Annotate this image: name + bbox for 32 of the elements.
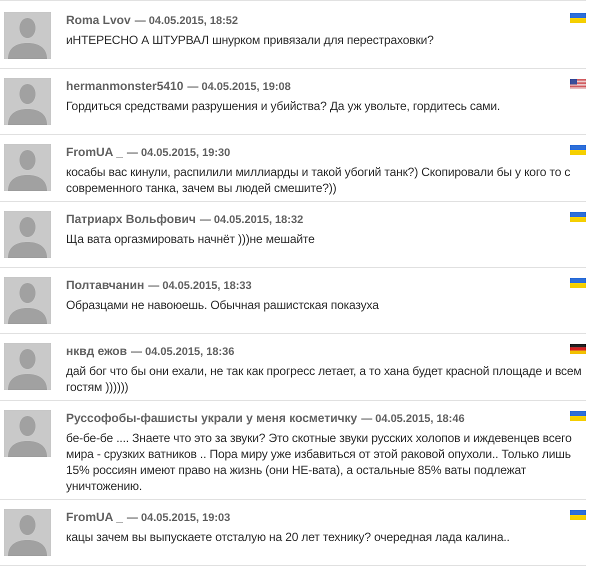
comment-date: — 04.05.2015, 19:03 bbox=[126, 511, 230, 525]
comment-text: косабы вас кинули, распилили миллиарды и такой убогий танк?) Скопировали бы у кого то с современного танка, зачем вы людей смешите?)) bbox=[66, 164, 572, 196]
avatar-icon bbox=[4, 78, 51, 125]
comment-text: кацы зачем вы выпускаете отсталую на 20 лет технику? очередная лада калина.. bbox=[66, 529, 511, 545]
avatar-icon bbox=[4, 211, 51, 258]
author-link[interactable]: Руссофобы-фашисты украли у меня косметичку bbox=[66, 411, 358, 425]
comment-text: Образцами не навоюешь. Обычная рашистская показуха bbox=[66, 297, 380, 313]
author-link[interactable]: FromUA _ bbox=[66, 510, 123, 524]
comment-text: бе-бе-бе .... Знаете что это за звуки? Это скотные звуки русских холопов и иждевенцев всего мира - срузких ватников .. Пора миру уже избавиться от этой раковой опухоли.. Только лишь 15% россиян имеют право на жизнь (они НЕ-вата), а остальные 85% ваты подлежат уничтожению. bbox=[66, 430, 573, 494]
avatar-icon bbox=[4, 144, 51, 191]
comment-date: — 04.05.2015, 19:30 bbox=[126, 146, 230, 160]
author-link[interactable]: hermanmonster5410 bbox=[66, 79, 184, 93]
avatar-icon bbox=[4, 277, 51, 324]
avatar-icon bbox=[4, 509, 51, 556]
author-link[interactable]: Roma Lvov bbox=[66, 13, 131, 27]
author-link[interactable]: нквд ежов bbox=[66, 344, 128, 358]
comment-date: — 04.05.2015, 18:52 bbox=[134, 14, 238, 28]
author-link[interactable]: Патриарх Вольфович bbox=[66, 212, 196, 226]
avatar-icon bbox=[4, 410, 51, 457]
avatar-icon bbox=[4, 343, 51, 390]
comment-text: дай бог что бы они ехали, не так как прогресс летает, а то хана будет красной площаде и всем гостям )))))) bbox=[66, 363, 583, 395]
author-link[interactable]: FromUA _ bbox=[66, 145, 123, 159]
comment-text: иНТЕРЕСНО А ШТУРВАЛ шнурком привязали для перестраховки? bbox=[66, 32, 435, 48]
comment-date: — 04.05.2015, 18:46 bbox=[361, 412, 465, 426]
comment-text: Гордиться средствами разрушения и убийства? Да уж увольте, гордитесь сами. bbox=[66, 98, 502, 114]
comment-text: Ща вата оргазмировать начнёт )))не мешайте bbox=[66, 231, 316, 247]
comment-date: — 04.05.2015, 19:08 bbox=[187, 80, 291, 94]
avatar-icon bbox=[4, 12, 51, 59]
comment-date: — 04.05.2015, 18:36 bbox=[131, 345, 234, 359]
comment-date: — 04.05.2015, 18:32 bbox=[200, 213, 304, 227]
comment-date: — 04.05.2015, 18:33 bbox=[148, 279, 252, 293]
author-link[interactable]: Полтавчанин bbox=[66, 278, 144, 292]
